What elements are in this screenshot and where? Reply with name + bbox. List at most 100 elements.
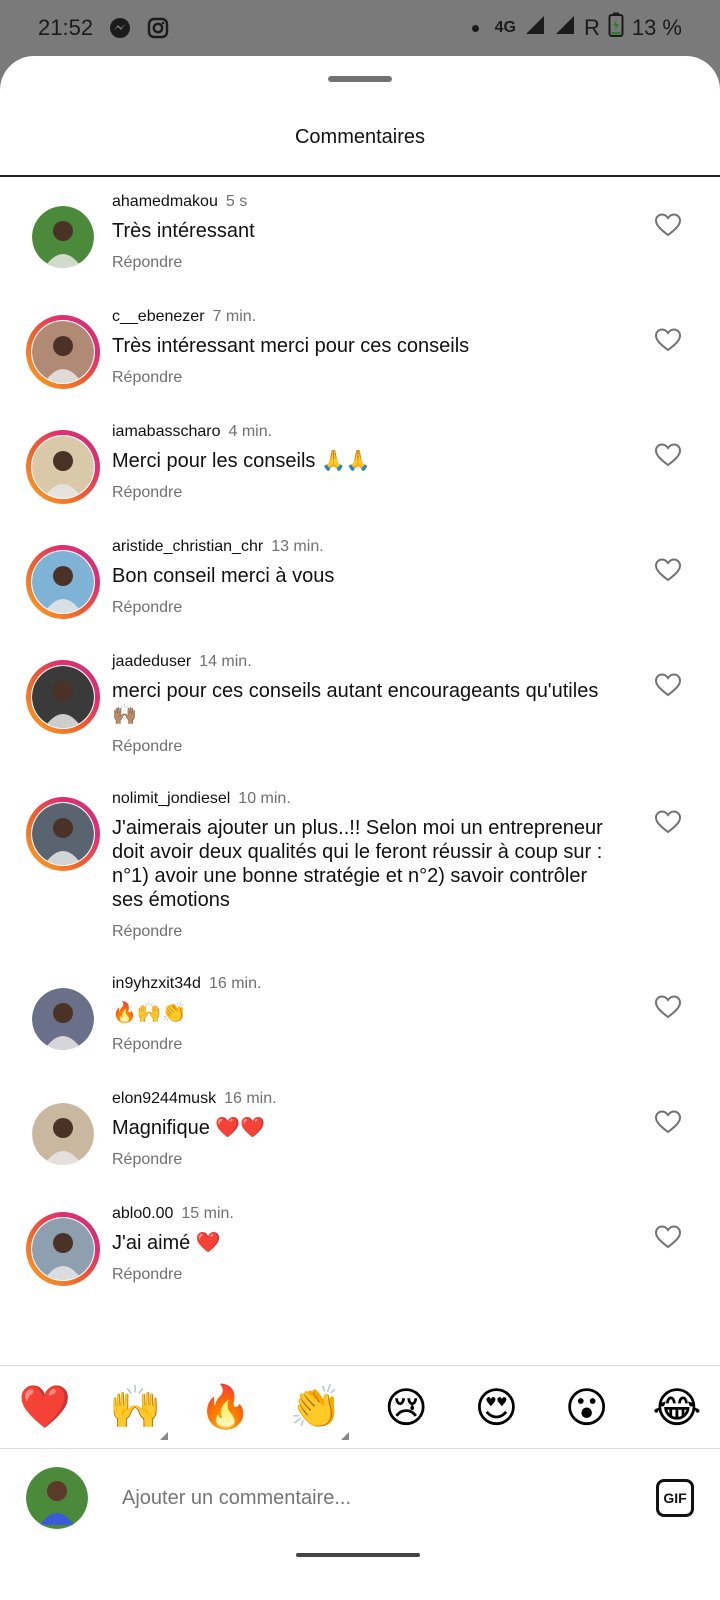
comment-body: jaadeduser 14 min. merci pour ces conseils…: [112, 653, 612, 756]
gif-button[interactable]: GIF: [656, 1479, 694, 1517]
avatar-story-ring[interactable]: [26, 797, 100, 871]
comment-username[interactable]: nolimit_jondiesel: [112, 790, 230, 807]
comment-row[interactable]: ablo0.00 15 min. J'ai aimé ❤️ Répondre: [0, 1205, 720, 1286]
avatar-border: [31, 1217, 95, 1281]
comment-username[interactable]: in9yhzxit34d: [112, 975, 201, 992]
comment-username[interactable]: ablo0.00: [112, 1205, 173, 1222]
comment-row[interactable]: nolimit_jondiesel 10 min. J'aimerais ajout…: [0, 790, 720, 941]
like-heart-icon[interactable]: [654, 671, 682, 699]
reaction-emoji[interactable]: 😂: [652, 1382, 702, 1432]
reaction-emoji[interactable]: 😮: [562, 1382, 612, 1432]
reply-button[interactable]: Répondre: [112, 599, 612, 617]
reply-button[interactable]: Répondre: [112, 1266, 612, 1284]
status-right: 4G R 13 %: [471, 12, 682, 44]
comment-body: iamabasscharo 4 min. Merci pour les consei…: [112, 423, 612, 504]
battery-percent: 13 %: [631, 15, 682, 40]
comment-row[interactable]: elon9244musk 16 min. Magnifique ❤️❤️ Répond…: [0, 1090, 720, 1171]
comment-time: 5 s: [225, 193, 248, 210]
reply-button[interactable]: Répondre: [112, 1036, 612, 1054]
avatar: [32, 551, 94, 613]
comment-row[interactable]: iamabasscharo 4 min. Merci pour les consei…: [0, 423, 720, 504]
avatar-border: [31, 802, 95, 866]
avatar: [32, 666, 94, 728]
avatar-story-ring[interactable]: [26, 545, 100, 619]
avatar: [32, 321, 94, 383]
comment-row[interactable]: jaadeduser 14 min. merci pour ces conseils…: [0, 653, 720, 756]
avatar-border: [31, 665, 95, 729]
comment-time: 13 min.: [271, 538, 324, 555]
comment-input[interactable]: [122, 1486, 656, 1510]
reply-button[interactable]: Répondre: [112, 1151, 612, 1169]
comments-sheet: Commentaires ahamedmakou 5 s Très intéress…: [0, 56, 720, 1600]
avatar-story-ring[interactable]: [26, 660, 100, 734]
battery-icon: [608, 12, 624, 44]
comment-time: 10 min.: [238, 790, 291, 807]
comment-text: J'ai aimé ❤️: [112, 1232, 221, 1254]
like-heart-icon[interactable]: [654, 556, 682, 584]
home-indicator[interactable]: [296, 1553, 420, 1557]
comment-header: jaadeduser 14 min.: [112, 653, 612, 671]
comment-username[interactable]: aristide_christian_chr: [112, 538, 263, 555]
like-heart-icon[interactable]: [654, 326, 682, 354]
avatar-border: [32, 206, 94, 268]
comment-time: 4 min.: [228, 423, 273, 440]
comment-body: ahamedmakou 5 s Très intéressant Répondre: [112, 193, 612, 274]
avatar-frame[interactable]: [26, 200, 100, 274]
reply-button[interactable]: Répondre: [112, 484, 612, 502]
comment-time: 14 min.: [199, 653, 252, 670]
variants-indicator: [160, 1432, 169, 1440]
comment-username[interactable]: ahamedmakou: [112, 193, 218, 210]
avatar: [32, 206, 94, 268]
comment-body: nolimit_jondiesel 10 min. J'aimerais ajout…: [112, 790, 612, 941]
comment-text: Très intéressant: [112, 220, 255, 242]
sheet-drag-handle[interactable]: [328, 76, 392, 82]
avatar: [32, 988, 94, 1050]
comment-row[interactable]: in9yhzxit34d 16 min. 🔥🙌👏 Répondre: [0, 975, 720, 1056]
avatar-border: [31, 550, 95, 614]
comment-username[interactable]: elon9244musk: [112, 1090, 216, 1107]
comment-username[interactable]: c__ebenezer: [112, 308, 205, 325]
comment-time: 16 min.: [224, 1090, 277, 1107]
reaction-emoji[interactable]: 🔥: [199, 1382, 251, 1432]
reaction-emoji[interactable]: 😍: [471, 1382, 521, 1432]
comment-body: elon9244musk 16 min. Magnifique ❤️❤️ Répond…: [112, 1090, 612, 1171]
comment-text: Bon conseil merci à vous: [112, 565, 335, 587]
avatar-frame[interactable]: [26, 1097, 100, 1171]
comment-row[interactable]: ahamedmakou 5 s Très intéressant Répondre: [0, 177, 720, 274]
comment-row[interactable]: aristide_christian_chr 13 min. Bon conseil…: [0, 538, 720, 619]
comment-text: 🔥🙌👏: [112, 1002, 187, 1024]
like-heart-icon[interactable]: [654, 211, 682, 239]
avatar-border: [32, 988, 94, 1050]
reply-button[interactable]: Répondre: [112, 254, 612, 272]
reaction-emoji[interactable]: 😢: [381, 1382, 431, 1432]
signal-icon-2: [554, 14, 576, 42]
avatar-story-ring[interactable]: [26, 430, 100, 504]
reply-button[interactable]: Répondre: [112, 369, 612, 387]
avatar-border: [32, 1103, 94, 1165]
avatar-frame[interactable]: [26, 982, 100, 1056]
like-heart-icon[interactable]: [654, 993, 682, 1021]
messenger-icon: [107, 15, 133, 41]
avatar-story-ring[interactable]: [26, 1212, 100, 1286]
like-heart-icon[interactable]: [654, 1108, 682, 1136]
comment-username[interactable]: iamabasscharo: [112, 423, 221, 440]
avatar: [32, 1103, 94, 1165]
signal-icon: [524, 14, 546, 42]
comment-body: ablo0.00 15 min. J'ai aimé ❤️ Répondre: [112, 1205, 612, 1286]
comments-list[interactable]: ahamedmakou 5 s Très intéressant Répondre c_…: [0, 177, 720, 1369]
status-bar: 21:52 4G R 13 %: [0, 0, 720, 56]
avatar: [32, 436, 94, 498]
like-heart-icon[interactable]: [654, 441, 682, 469]
avatar-story-ring[interactable]: [26, 315, 100, 389]
comment-header: in9yhzxit34d 16 min.: [112, 975, 612, 993]
comment-username[interactable]: jaadeduser: [112, 653, 191, 670]
reaction-emoji[interactable]: 🙌: [109, 1382, 169, 1440]
reaction-emoji[interactable]: ❤️: [19, 1382, 71, 1432]
roaming-indicator: R: [583, 15, 600, 40]
comment-row[interactable]: c__ebenezer 7 min. Très intéressant merci …: [0, 308, 720, 389]
like-heart-icon[interactable]: [654, 808, 682, 836]
reply-button[interactable]: Répondre: [112, 923, 612, 941]
like-heart-icon[interactable]: [654, 1223, 682, 1251]
reply-button[interactable]: Répondre: [112, 738, 612, 756]
reaction-emoji[interactable]: 👏: [290, 1382, 349, 1440]
